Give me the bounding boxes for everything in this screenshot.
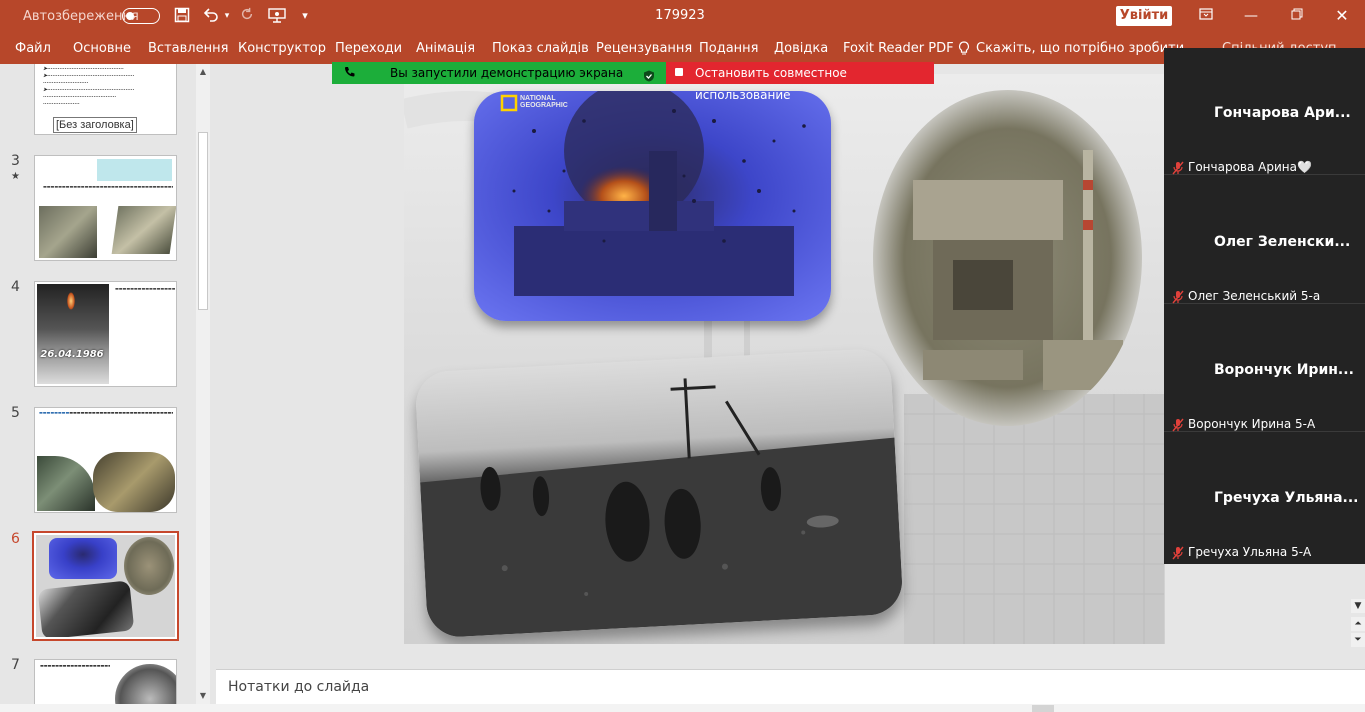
participant-name: Ворончук Ирин... xyxy=(1214,362,1354,378)
mic-muted-icon xyxy=(1172,289,1184,304)
scroll-down-icon[interactable]: ▼ xyxy=(1351,599,1365,613)
mic-muted-icon xyxy=(1172,160,1184,175)
slide-thumbnail-4[interactable]: 26.04.1986 ▬▬▬▬▬▬▬▬▬▬▬▬▬▬▬▬▬▬▬▬▬▬▬▬▬▬▬▬▬… xyxy=(34,281,177,387)
login-button[interactable]: Увійти xyxy=(1116,6,1172,26)
redo-icon[interactable] xyxy=(238,7,256,25)
restore-icon[interactable] xyxy=(1286,6,1308,26)
slide-thumbnail-2[interactable]: ➤·······································… xyxy=(34,64,177,135)
participant-label: Олег Зеленський 5-а xyxy=(1188,289,1321,303)
slide-thumbnail-pane: ➤·······································… xyxy=(0,64,216,712)
close-icon[interactable]: ✕ xyxy=(1331,6,1353,26)
tab-transitions[interactable]: Переходи xyxy=(335,41,402,56)
status-bar xyxy=(0,704,1365,712)
notes-pane[interactable]: Нотатки до слайда xyxy=(216,669,1365,705)
mic-muted-icon xyxy=(1172,545,1184,560)
national-geographic-logo: NATIONAL GEOGRAPHIC xyxy=(520,95,568,109)
participant-tile[interactable]: Ворончук Ирин... Ворончук Ирина 5-А xyxy=(1164,305,1365,432)
scroll-down-icon[interactable]: ▼ xyxy=(197,690,209,702)
slide-number: 7 xyxy=(11,657,20,673)
slide-canvas[interactable]: NATIONAL GEOGRAPHIC xyxy=(404,74,1165,644)
explosion-image[interactable]: NATIONAL GEOGRAPHIC xyxy=(474,91,831,321)
participant-label: Ворончук Ирина 5-А xyxy=(1188,417,1316,431)
sharing-text: Вы запустили демонстрацию экрана xyxy=(390,66,624,80)
undo-icon[interactable] xyxy=(202,7,220,25)
tab-insert[interactable]: Вставлення xyxy=(148,41,228,56)
notes-placeholder: Нотатки до слайда xyxy=(228,679,370,695)
prev-slide-icon[interactable]: ⏶ xyxy=(1351,617,1365,631)
slide-thumbnail-5[interactable]: ▬▬▬▬▬▬▬▬▬▬▬▬▬▬▬▬▬▬▬▬▬▬▬▬▬▬▬▬▬▬▬▬▬▬▬▬▬▬▬▬… xyxy=(34,407,177,513)
slide-tooltip: [Без заголовка] xyxy=(53,117,137,133)
participant-tile[interactable]: Олег Зеленски... Олег Зеленський 5-а xyxy=(1164,177,1365,304)
participant-name: Гончарова Ари... xyxy=(1214,105,1351,121)
slide-number: 6 xyxy=(11,531,20,547)
participant-tile[interactable]: Гречуха Ульяна... Гречуха Ульяна 5-А xyxy=(1164,433,1365,560)
undo-dropdown-icon[interactable]: ▾ xyxy=(222,7,232,25)
autosave-toggle[interactable] xyxy=(122,8,160,24)
ribbon-tabs: Файл Основне Вставлення Конструктор Пере… xyxy=(0,32,1365,64)
slide-thumbnail-3[interactable]: ▬▬▬▬▬▬▬▬▬▬▬▬▬▬▬▬▬▬▬▬▬▬▬▬▬▬▬▬▬▬▬▬▬▬▬▬▬▬▬▬… xyxy=(34,155,177,261)
stop-icon xyxy=(675,68,683,76)
slide-number: 4 xyxy=(11,279,20,295)
stop-share-label: Остановить совместное использование xyxy=(695,66,847,102)
tell-me-icon[interactable] xyxy=(958,41,970,57)
next-slide-icon[interactable]: ⏷ xyxy=(1351,633,1365,647)
sharing-status: Вы запустили демонстрацию экрана xyxy=(332,62,666,84)
tab-view[interactable]: Подання xyxy=(699,41,759,56)
participant-name: Олег Зеленски... xyxy=(1214,234,1351,250)
tab-home[interactable]: Основне xyxy=(73,41,131,56)
participant-label: Гончарова Арина🤍 xyxy=(1188,160,1312,174)
video-participants-panel: Гончарова Ари... Гончарова Арина🤍 Олег З… xyxy=(1164,48,1365,564)
minimize-icon[interactable]: — xyxy=(1240,6,1262,26)
tab-slideshow[interactable]: Показ слайдів xyxy=(492,41,589,56)
tab-review[interactable]: Рецензування xyxy=(596,41,692,56)
customize-icon[interactable]: ▾ xyxy=(296,7,314,25)
ribbon-display-icon[interactable] xyxy=(1195,6,1217,26)
slide-thumbnail-6-active[interactable] xyxy=(32,531,179,641)
tab-file[interactable]: Файл xyxy=(15,41,51,56)
scrollbar-thumb[interactable] xyxy=(198,132,208,310)
tab-foxit[interactable]: Foxit Reader PDF xyxy=(843,41,954,56)
slideshow-icon[interactable] xyxy=(268,7,286,25)
participant-tile[interactable]: Гончарова Ари... Гончарова Арина🤍 xyxy=(1164,48,1365,175)
participant-name: Гречуха Ульяна... xyxy=(1214,490,1359,506)
scroll-up-icon[interactable]: ▲ xyxy=(197,66,209,78)
phone-icon xyxy=(344,62,356,84)
thumb-date-text: 26.04.1986 xyxy=(40,349,104,360)
mic-muted-icon xyxy=(1172,417,1184,432)
document-title: 179923 xyxy=(655,8,705,23)
slide-number: 3 xyxy=(11,153,20,169)
participant-label: Гречуха Ульяна 5-А xyxy=(1188,545,1312,559)
reactor-aerial-image[interactable] xyxy=(873,90,1142,426)
thumbnail-scrollbar[interactable]: ▲ ▼ xyxy=(196,64,210,704)
normal-view-icon[interactable] xyxy=(1032,705,1054,712)
liquidators-photo[interactable] xyxy=(414,347,904,639)
tab-help[interactable]: Довідка xyxy=(774,41,828,56)
save-icon[interactable] xyxy=(173,7,191,25)
stop-share-button[interactable]: Остановить совместное использование xyxy=(666,62,934,102)
title-bar: Автозбереження ▾ ▾ 179923 Увійти — ✕ xyxy=(0,0,1365,32)
slide-number: 5 xyxy=(11,405,20,421)
tab-design[interactable]: Конструктор xyxy=(238,41,326,56)
tab-animations[interactable]: Анімація xyxy=(416,41,475,56)
animation-star-icon: ★ xyxy=(11,171,20,182)
tell-me-box[interactable]: Скажіть, що потрібно зробити xyxy=(976,41,1184,56)
shield-icon xyxy=(643,67,655,82)
screen-share-bar: Вы запустили демонстрацию экрана Останов… xyxy=(332,62,934,102)
